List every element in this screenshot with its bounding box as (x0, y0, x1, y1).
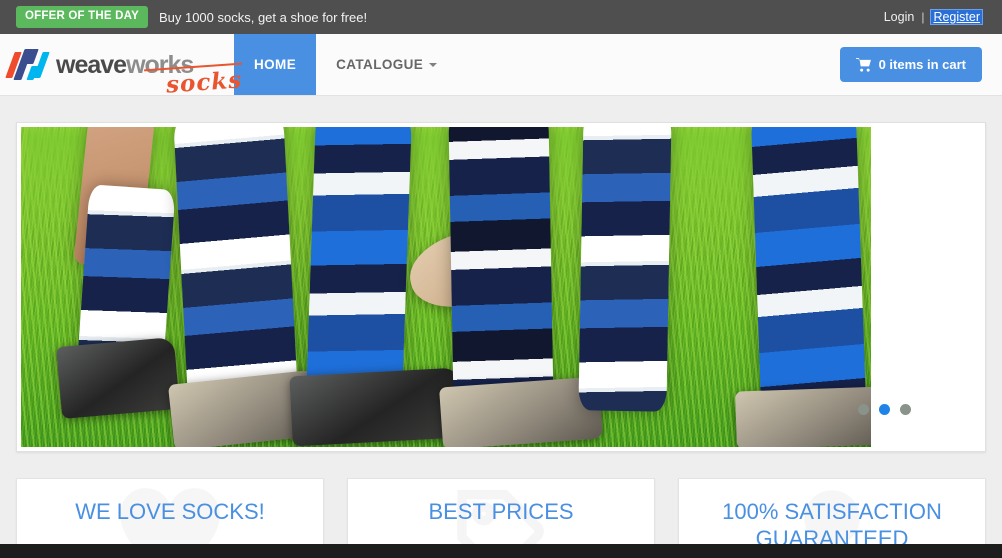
nav-item-catalogue-label: CATALOGUE (336, 57, 424, 72)
carousel-indicators (858, 404, 911, 415)
link-separator: | (921, 10, 925, 24)
brand-weave-text: weave (56, 51, 127, 79)
offer-message: Buy 1000 socks, get a shoe for free! (158, 9, 368, 25)
hero-carousel[interactable] (16, 122, 986, 452)
page-body: WE LOVE SOCKS! Fun fact: Socks were inve… (0, 122, 1002, 558)
carousel-dot-1[interactable] (858, 404, 869, 415)
brand-wordmark: weaveworks socks (56, 51, 243, 99)
brand-socks-text: socks (165, 66, 244, 99)
sock-striped-4 (448, 127, 554, 412)
shoe-1 (56, 336, 180, 420)
login-link[interactable]: Login (884, 10, 915, 24)
sock-striped-5 (578, 127, 672, 412)
feature-card-title: WE LOVE SOCKS! (75, 499, 265, 524)
carousel-slide (21, 127, 871, 447)
chevron-down-icon (429, 62, 438, 67)
nav-item-catalogue[interactable]: CATALOGUE (316, 34, 457, 95)
nav-item-home[interactable]: HOME (234, 34, 317, 95)
account-links: Login | Register (884, 0, 983, 34)
feature-card-title: BEST PRICES (428, 499, 574, 524)
shoe-3 (289, 367, 463, 447)
nav-items: HOME CATALOGUE (234, 34, 457, 95)
shopping-cart-icon (855, 57, 871, 72)
weaveworks-logo-icon (5, 45, 52, 85)
cart-area: 0 items in cart (839, 34, 1002, 95)
cart-button[interactable]: 0 items in cart (839, 47, 982, 82)
main-navbar: weaveworks socks HOME CATALOGUE 0 items … (0, 34, 1002, 99)
carousel-dot-2[interactable] (879, 404, 890, 415)
brand-logo[interactable]: weaveworks socks (0, 34, 243, 99)
nav-item-home-label: HOME (254, 57, 297, 72)
shoe-5 (735, 386, 871, 447)
carousel-dot-3[interactable] (900, 404, 911, 415)
offer-of-the-day-badge: OFFER OF THE DAY (16, 6, 148, 28)
offer-bar: OFFER OF THE DAY Buy 1000 socks, get a s… (0, 0, 1002, 34)
browser-bottom-chrome (0, 544, 1002, 558)
register-link[interactable]: Register (930, 9, 983, 25)
sock-striped-6 (750, 127, 867, 413)
cart-button-label: 0 items in cart (878, 57, 966, 72)
carousel-photo (21, 127, 871, 447)
sock-striped-3 (306, 127, 412, 400)
